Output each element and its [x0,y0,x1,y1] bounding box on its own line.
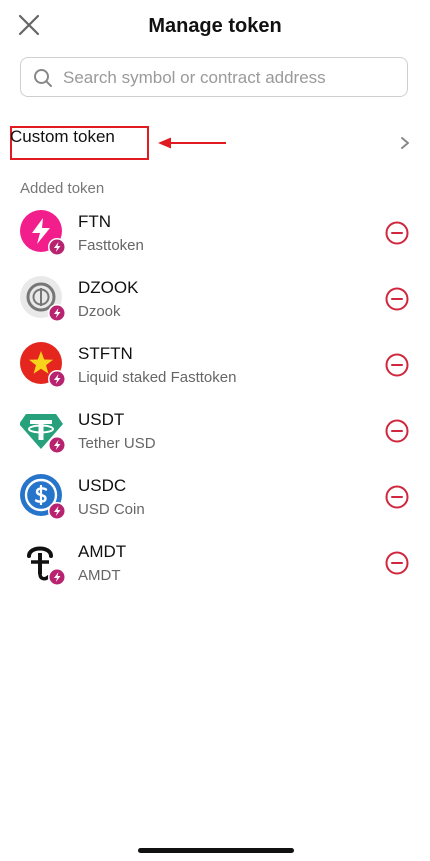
token-name: Fasttoken [78,237,144,254]
token-row-ftn[interactable]: FTN Fasttoken [0,200,430,266]
section-label-added-token: Added token [20,180,105,197]
annotation-arrow-icon [158,137,226,149]
token-row-amdt[interactable]: AMDT AMDT [0,530,430,596]
chevron-right-icon [401,137,409,149]
token-name: USD Coin [78,501,145,518]
usdc-logo-icon [20,474,66,520]
token-name: Liquid staked Fasttoken [78,369,237,386]
minus-circle-icon[interactable] [385,353,409,377]
token-name: Tether USD [78,435,156,452]
token-symbol: STFTN [78,344,133,363]
token-row-usdt[interactable]: USDT Tether USD [0,398,430,464]
token-symbol: USDC [78,476,127,495]
token-name: AMDT [78,567,121,584]
token-symbol: DZOOK [78,278,139,297]
token-symbol: AMDT [78,542,127,561]
amdt-logo-icon [27,546,66,586]
token-row-usdc[interactable]: USDC USD Coin [0,464,430,530]
token-name: Dzook [78,303,121,320]
ftn-logo-icon [20,210,66,256]
minus-circle-icon[interactable] [385,221,409,245]
search-input[interactable] [61,64,405,92]
token-symbol: FTN [78,212,112,231]
search-box[interactable] [20,57,408,97]
minus-circle-icon[interactable] [385,287,409,311]
token-row-stftn[interactable]: STFTN Liquid staked Fasttoken [0,332,430,398]
custom-token-row[interactable]: Custom token [0,120,430,166]
dzook-logo-icon [20,276,66,322]
minus-circle-icon[interactable] [385,485,409,509]
token-row-dzook[interactable]: DZOOK Dzook [0,266,430,332]
search-icon [34,69,52,87]
stftn-logo-icon [20,342,66,388]
minus-circle-icon[interactable] [385,551,409,575]
usdt-logo-icon [20,414,66,454]
header: Manage token [0,0,430,52]
token-symbol: USDT [78,410,125,429]
home-indicator [138,848,294,853]
token-list: FTN Fasttoken DZOOK Dzook STFTN Liquid s… [0,200,430,596]
custom-token-label: Custom token [10,127,115,146]
minus-circle-icon[interactable] [385,419,409,443]
page-title: Manage token [148,15,282,37]
